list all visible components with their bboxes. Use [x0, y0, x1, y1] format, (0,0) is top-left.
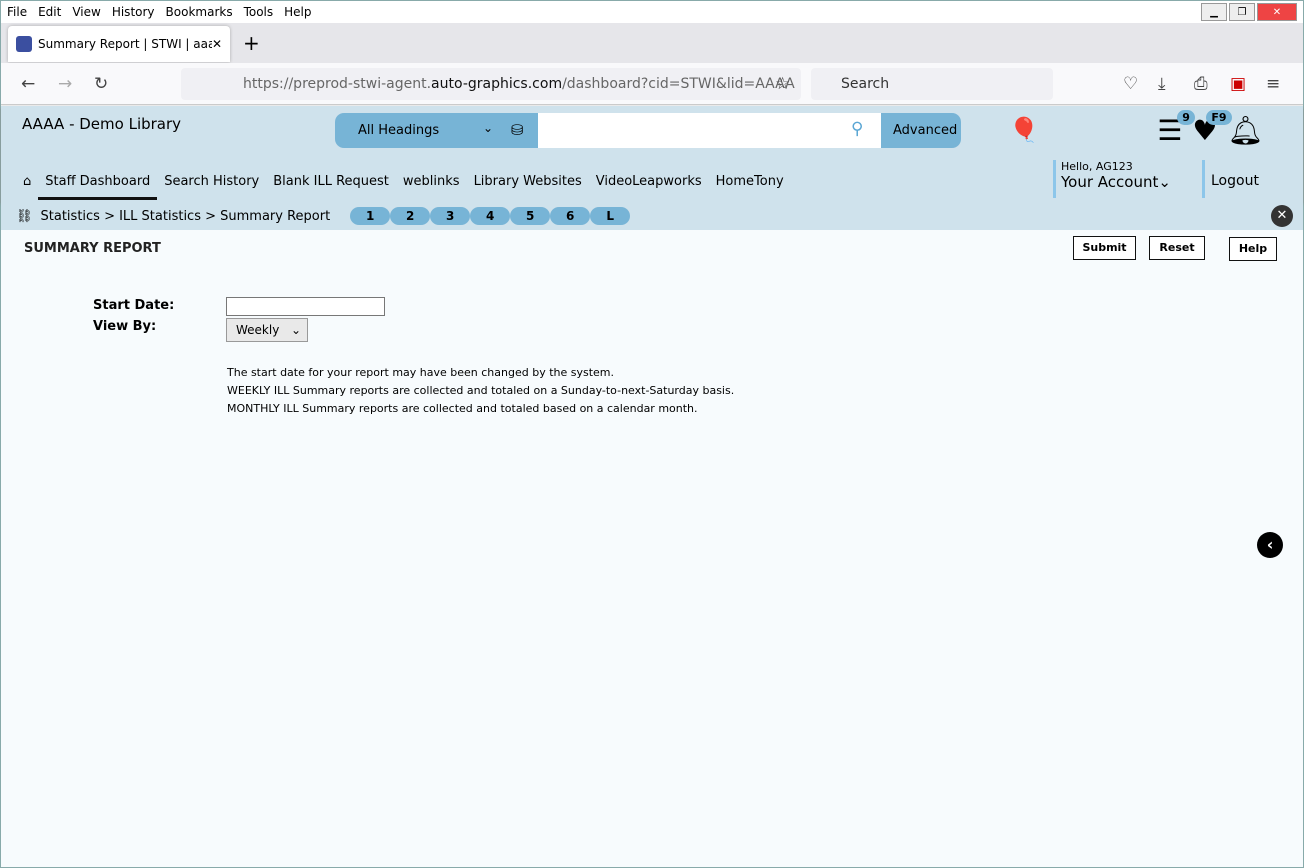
restore-button[interactable]: ❐ — [1229, 3, 1255, 21]
print-icon[interactable]: ⎙ — [1194, 74, 1208, 94]
menu-history[interactable]: History — [112, 5, 155, 19]
list-icon[interactable]: ☰ 9 — [1157, 110, 1195, 147]
library-name: AAAA - Demo Library — [22, 115, 182, 133]
account-menu[interactable]: Hello, AG123 Your Account⌄ — [1053, 160, 1171, 198]
close-tab-icon[interactable]: ✕ — [212, 37, 222, 51]
back-icon[interactable]: ← — [21, 74, 35, 94]
nav-library-websites[interactable]: Library Websites — [474, 174, 582, 200]
nav-blank-ill-request[interactable]: Blank ILL Request — [273, 174, 389, 200]
close-icon[interactable]: ✕ — [1271, 205, 1293, 227]
advanced-search-button[interactable]: Advanced — [893, 123, 957, 138]
menu-view[interactable]: View — [72, 5, 100, 19]
pill-6[interactable]: 6 — [550, 207, 591, 225]
favicon-icon — [16, 36, 32, 52]
database-icon[interactable]: ⛁ — [511, 121, 524, 139]
logout-link[interactable]: Logout — [1202, 160, 1259, 198]
nav-videoleapworks[interactable]: VideoLeapworks — [596, 174, 702, 200]
your-account[interactable]: Your Account — [1061, 173, 1158, 191]
page-title: SUMMARY REPORT — [24, 241, 161, 256]
reset-button[interactable]: Reset — [1149, 236, 1205, 260]
nav-search-history[interactable]: Search History — [164, 174, 259, 200]
extension-icon[interactable]: ▣ — [1230, 74, 1246, 94]
browser-search[interactable]: Search — [811, 68, 1053, 100]
menu-file[interactable]: File — [7, 5, 27, 19]
help-button[interactable]: Help — [1229, 237, 1277, 261]
pill-l[interactable]: L — [590, 207, 631, 225]
fav-badge: F9 — [1206, 110, 1232, 125]
search-icon[interactable]: ⚲ — [851, 119, 863, 139]
search-input[interactable] — [538, 113, 881, 148]
forward-icon[interactable]: → — [58, 74, 72, 94]
pill-1[interactable]: 1 — [350, 207, 391, 225]
pill-5[interactable]: 5 — [510, 207, 551, 225]
chevron-down-icon[interactable]: ⌄ — [483, 121, 493, 135]
view-by-label: View By: — [93, 319, 157, 334]
bookmark-star-icon[interactable]: ☆ — [775, 74, 790, 94]
info-text: The start date for your report may have … — [227, 366, 735, 415]
search-box: All Headings ⌄ ⛁ ⚲ Advanced — [335, 113, 961, 148]
nav-weblinks[interactable]: weblinks — [403, 174, 460, 200]
browser-tab[interactable]: Summary Report | STWI | aaaa | ✕ — [8, 26, 230, 62]
heart-icon[interactable]: ♥ F9 — [1192, 110, 1232, 147]
view-by-select[interactable]: Weekly ⌄ — [226, 318, 308, 342]
home-icon[interactable]: ⌂ — [23, 174, 31, 200]
submit-button[interactable]: Submit — [1073, 236, 1136, 260]
chevron-left-icon[interactable]: ‹ — [1257, 532, 1283, 558]
menu-help[interactable]: Help — [284, 5, 311, 19]
menu-tools[interactable]: Tools — [244, 5, 274, 19]
pill-3[interactable]: 3 — [430, 207, 471, 225]
browser-menubar: File Edit View History Bookmarks Tools H… — [1, 1, 1303, 23]
reload-icon[interactable]: ↻ — [94, 74, 108, 94]
hello-text: Hello, AG123 — [1061, 160, 1133, 173]
menu-bookmarks[interactable]: Bookmarks — [166, 5, 233, 19]
pocket-icon[interactable]: ♡ — [1123, 74, 1138, 94]
link-icon: ⛓ — [16, 208, 33, 224]
balloon-icon[interactable]: 🎈 — [1009, 116, 1039, 144]
tab-title: Summary Report | STWI | aaaa | — [38, 37, 212, 51]
bell-icon[interactable]: 🔔︎ — [1227, 114, 1263, 147]
start-date-input[interactable] — [226, 297, 385, 316]
nav-staff-dashboard[interactable]: Staff Dashboard — [38, 174, 158, 200]
nav-hometony[interactable]: HomeTony — [716, 174, 784, 200]
menu-icon[interactable]: ≡ — [1266, 74, 1280, 94]
menu-edit[interactable]: Edit — [38, 5, 61, 19]
pill-2[interactable]: 2 — [390, 207, 431, 225]
new-tab-icon[interactable]: + — [243, 31, 260, 55]
search-scope-select[interactable]: All Headings — [358, 123, 439, 138]
close-window-button[interactable]: ✕ — [1257, 3, 1297, 21]
url-bar[interactable]: https://preprod-stwi-agent. auto-graphics… — [181, 68, 801, 100]
minimize-button[interactable]: ▁ — [1201, 3, 1227, 21]
start-date-label: Start Date: — [93, 298, 175, 313]
breadcrumb[interactable]: Statistics > ILL Statistics > Summary Re… — [41, 209, 331, 224]
download-icon[interactable]: ⤓ — [1158, 74, 1166, 94]
pill-4[interactable]: 4 — [470, 207, 511, 225]
